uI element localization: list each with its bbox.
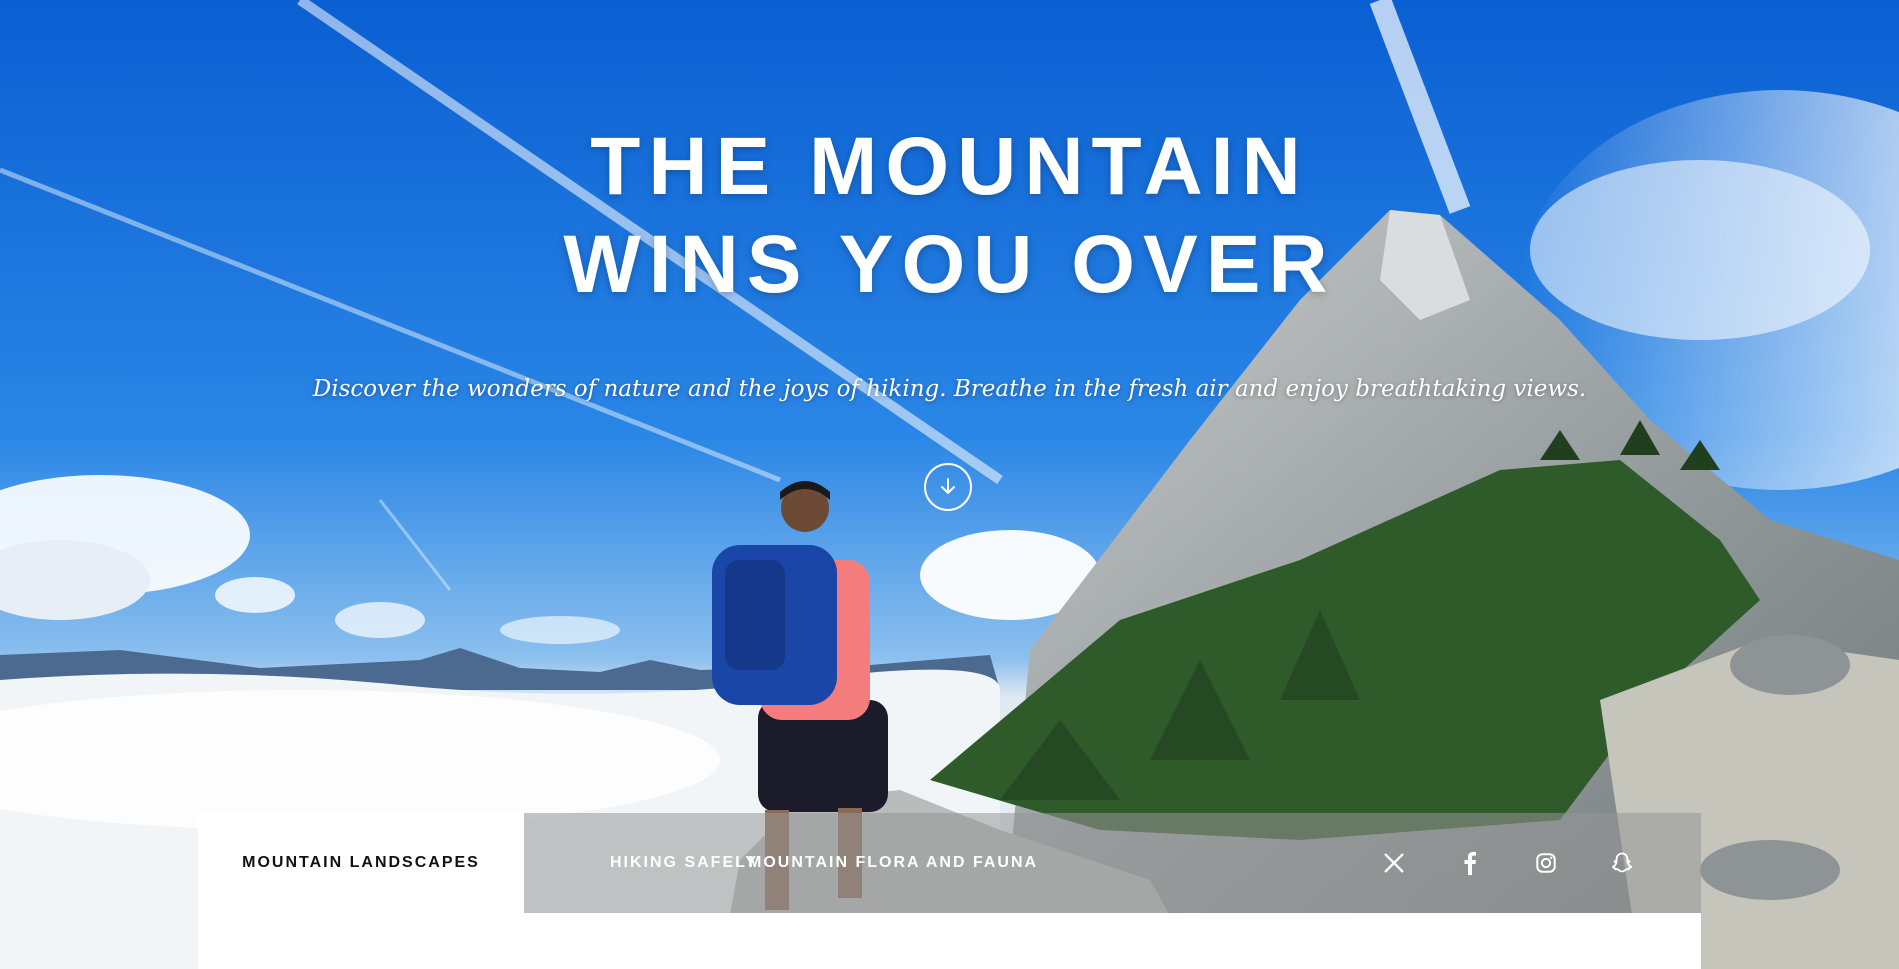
- tab-mountain-flora-and-fauna[interactable]: MOUNTAIN FLORA AND FAUNA: [748, 813, 1168, 913]
- arrow-down-icon: [941, 478, 955, 494]
- hero-title-line-1: THE MOUNTAIN: [590, 121, 1309, 212]
- tab-label: MOUNTAIN FLORA AND FAUNA: [748, 854, 1039, 871]
- tab-label: MOUNTAIN LANDSCAPES: [242, 854, 480, 871]
- facebook-icon[interactable]: [1451, 844, 1489, 882]
- section-nav: MOUNTAIN LANDSCAPES HIKING SAFELY MOUNTA…: [198, 813, 1701, 913]
- snapchat-icon[interactable]: [1603, 844, 1641, 882]
- scroll-down-button[interactable]: [924, 463, 972, 511]
- tab-label: HIKING SAFELY: [610, 854, 759, 871]
- hero-title: THE MOUNTAIN WINS YOU OVER: [0, 118, 1899, 314]
- hero-tagline: Discover the wonders of nature and the j…: [312, 376, 1587, 402]
- hero-section: THE MOUNTAIN WINS YOU OVER Discover the …: [0, 0, 1899, 969]
- tab-mountain-landscapes[interactable]: MOUNTAIN LANDSCAPES: [198, 813, 524, 913]
- instagram-icon[interactable]: [1527, 844, 1565, 882]
- hero-title-line-2: WINS YOU OVER: [563, 219, 1336, 310]
- content-panel: [198, 913, 1701, 969]
- x-icon[interactable]: [1375, 844, 1413, 882]
- social-links: [1375, 813, 1641, 913]
